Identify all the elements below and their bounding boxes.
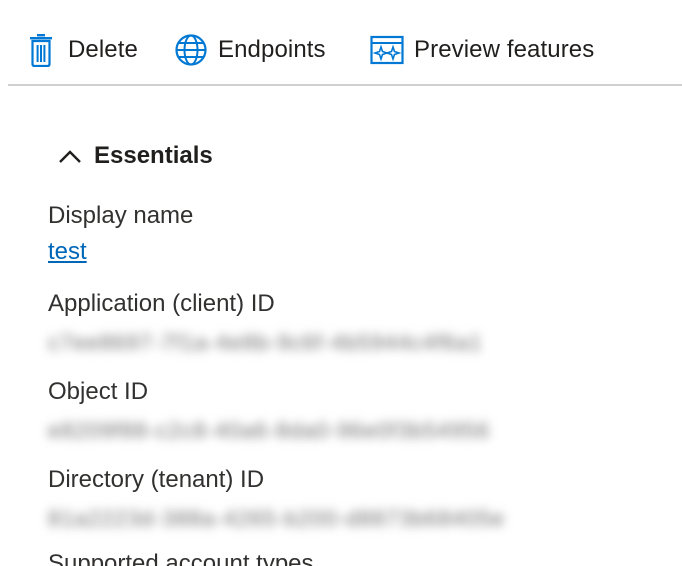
delete-label: Delete [68, 36, 138, 63]
essentials-title: Essentials [94, 142, 213, 169]
supported-account-types-label: Supported account types [48, 550, 314, 566]
client-id-value[interactable]: c7ee8697-7f1a-4e8b-9c6f-4b5944c4f6a1 [48, 330, 483, 356]
preview-features-label: Preview features [414, 36, 595, 63]
tenant-id-value[interactable]: 81a2223d-388a-4265-b200-d8873b68405e [48, 506, 505, 532]
chevron-up-icon [56, 146, 84, 166]
globe-icon [174, 30, 208, 70]
client-id-label: Application (client) ID [48, 290, 275, 317]
endpoints-button[interactable]: Endpoints [174, 28, 326, 72]
preview-features-icon [370, 30, 404, 70]
trash-icon [24, 30, 58, 70]
endpoints-label: Endpoints [218, 36, 326, 63]
object-id-label: Object ID [48, 378, 149, 405]
command-bar: Delete Endpoints Preview features [8, 0, 682, 86]
tenant-id-label: Directory (tenant) ID [48, 466, 265, 493]
display-name-label: Display name [48, 202, 194, 229]
app-registration-overview: Delete Endpoints Preview features Essent… [0, 0, 682, 566]
display-name-link[interactable]: test [48, 238, 87, 266]
preview-features-button[interactable]: Preview features [370, 28, 594, 72]
delete-button[interactable]: Delete [24, 28, 138, 72]
object-id-value[interactable]: e8209f88-c2c8-40a6-8da0-96e0f3b54956 [48, 418, 490, 444]
essentials-toggle[interactable]: Essentials [56, 136, 213, 176]
